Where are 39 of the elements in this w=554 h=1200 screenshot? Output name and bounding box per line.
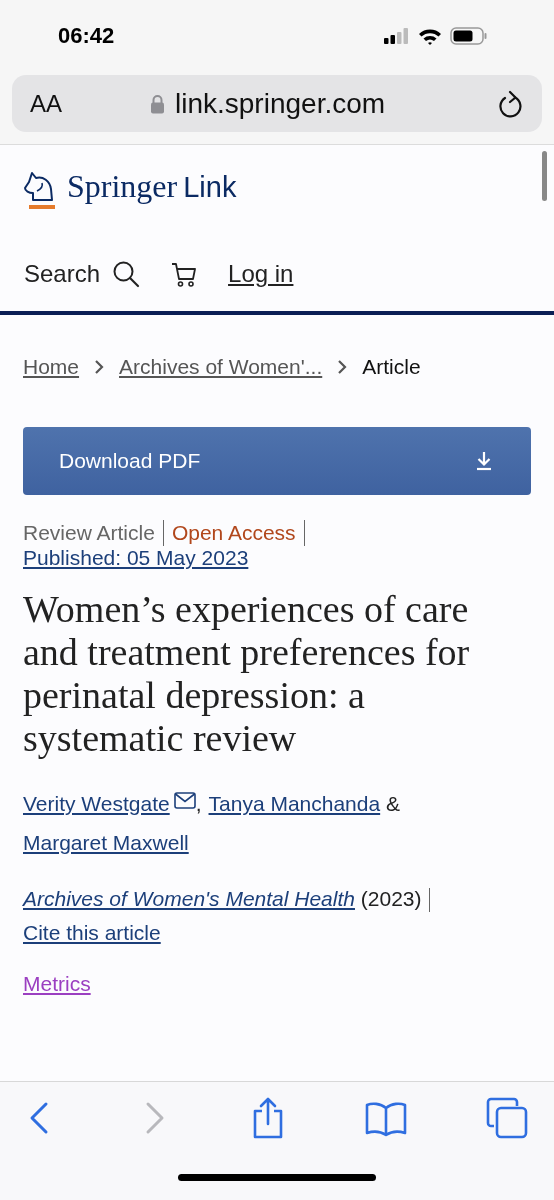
- battery-icon: [450, 27, 488, 45]
- login-link[interactable]: Log in: [228, 260, 294, 288]
- cite-link[interactable]: Cite this article: [23, 921, 161, 944]
- chevron-icon: [336, 359, 349, 375]
- search-button[interactable]: Search: [24, 260, 141, 288]
- breadcrumb-link[interactable]: Home: [23, 355, 80, 379]
- published-date-link[interactable]: Published: 05 May 2023: [23, 546, 249, 570]
- article-title: Women’s experiences of care and treatment preferences for perinatal depression: a systematic review: [23, 588, 471, 760]
- url-text: link.springer.com: [175, 87, 386, 120]
- download-pdf-button[interactable]: Download PDF: [23, 427, 531, 495]
- search-icon: [112, 260, 141, 288]
- wifi-icon: [418, 27, 442, 45]
- metrics-link[interactable]: Metrics: [23, 972, 91, 996]
- open-access-label: Open Access: [171, 521, 296, 545]
- horse-logo-icon: [23, 169, 57, 211]
- lock-icon: [150, 93, 165, 114]
- logo-wordmark: Springer: [67, 168, 178, 205]
- address-bar[interactable]: AA link.springer.com: [12, 75, 542, 132]
- mail-icon[interactable]: [173, 792, 196, 809]
- signal-icon: [384, 28, 410, 44]
- logo-suffix: Link: [183, 171, 237, 204]
- author-list: Verity Westgate , Tanya Manchanda & Margaret Maxwell: [23, 784, 523, 862]
- breadcrumb-link[interactable]: Article: [362, 355, 421, 379]
- tabs-button[interactable]: [486, 1097, 528, 1139]
- reload-icon[interactable]: [498, 89, 524, 118]
- author-link[interactable]: Margaret Maxwell: [23, 831, 189, 854]
- article-type: Review Article: [23, 521, 155, 545]
- breadcrumb-link[interactable]: Archives of Women'...: [119, 355, 323, 379]
- author-link[interactable]: Verity Westgate: [23, 792, 170, 815]
- status-time: 06:42: [58, 23, 115, 49]
- chevron-icon: [93, 359, 106, 375]
- download-icon: [475, 451, 493, 471]
- journal-link[interactable]: Archives of Women's Mental Health: [23, 887, 355, 910]
- text-size-button[interactable]: AA: [30, 89, 150, 118]
- author-link[interactable]: Tanya Manchanda: [208, 792, 381, 815]
- cart-icon[interactable]: [170, 260, 199, 288]
- scroll-bar: [542, 151, 547, 201]
- book-button[interactable]: [364, 1099, 408, 1137]
- citation-line: Archives of Women's Mental Health (2023) Cite this article: [23, 882, 531, 950]
